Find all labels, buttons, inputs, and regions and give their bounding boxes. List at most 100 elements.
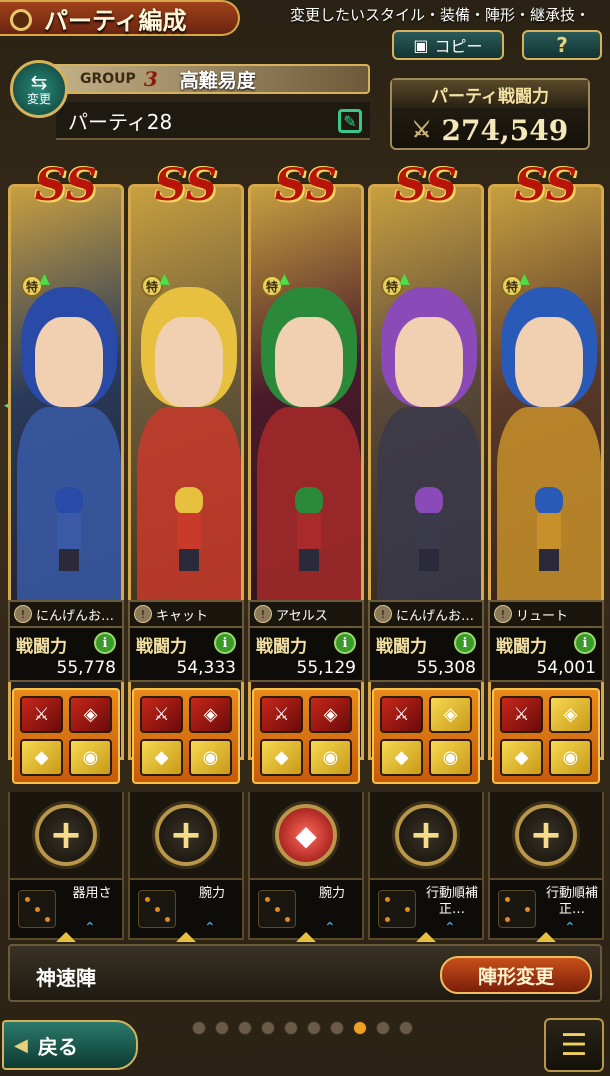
group-label: GROUP	[80, 71, 136, 87]
equipped-skill-button[interactable]: ◆	[275, 804, 337, 866]
edit-icon[interactable]: ✎	[338, 109, 362, 133]
change-formation-button[interactable]: 陣形変更	[440, 956, 592, 994]
character-slot[interactable]: SS 特 ▲ ! キャット 戦闘力 i 54,333 ⚔ ◈ ◆ ◉ + 腕力 …	[128, 160, 244, 942]
menu-button[interactable]: ☰	[544, 1018, 604, 1072]
character-sprite	[529, 487, 569, 571]
skill-stat-text: 行動順補正…	[425, 886, 478, 917]
page-dot[interactable]	[353, 1021, 367, 1035]
info-icon[interactable]: i	[454, 632, 476, 654]
party-power-label: パーティ戦闘力	[392, 80, 588, 108]
inherit-skill-box[interactable]: 腕力 ⌃	[128, 878, 244, 940]
equipment-slot[interactable]: ⚔	[140, 696, 183, 733]
page-dot[interactable]	[307, 1021, 321, 1035]
swap-group-button[interactable]: ⇆ 変更	[10, 60, 68, 118]
equipment-slot[interactable]: ◉	[429, 739, 472, 776]
slot-marker-icon	[176, 932, 196, 942]
up-arrow-icon: ▲	[519, 271, 530, 287]
equipment-slot[interactable]: ◈	[69, 696, 112, 733]
party-name-field[interactable]: パーティ28 ✎	[56, 102, 370, 140]
character-slot[interactable]: SS 特 ▲ ! にんげんお… 戦闘力 i 55,778 ⚔ ◈ ◆ ◉ + 器…	[8, 160, 124, 942]
equipment-slot[interactable]: ⚔	[260, 696, 303, 733]
add-skill-button[interactable]: +	[155, 804, 217, 866]
add-skill-button[interactable]: +	[35, 804, 97, 866]
equipment-slot[interactable]: ⚔	[20, 696, 63, 733]
equipment-grid: ⚔ ◈ ◆ ◉	[492, 688, 600, 784]
equipment-slot[interactable]: ◈	[429, 696, 472, 733]
combat-power-label: 戦闘力	[136, 637, 187, 657]
screen-title-text: パーティ編成	[44, 6, 187, 35]
page-dot[interactable]	[330, 1021, 344, 1035]
combat-power-label: 戦闘力	[256, 637, 307, 657]
add-skill-button[interactable]: +	[395, 804, 457, 866]
character-slot[interactable]: SS 特 ▲ ! リュート 戦闘力 i 54,001 ⚔ ◈ ◆ ◉ + 行動順…	[488, 160, 604, 942]
info-icon[interactable]: i	[94, 632, 116, 654]
page-dot[interactable]	[238, 1021, 252, 1035]
equipment-grid: ⚔ ◈ ◆ ◉	[12, 688, 120, 784]
up-arrow-icon: ▲	[399, 271, 410, 287]
party-power-value: 274,549	[441, 113, 569, 147]
equipment-slot[interactable]: ◉	[309, 739, 352, 776]
character-name-row: ! アセルス	[248, 600, 364, 626]
inherit-skill-box[interactable]: 器用さ ⌃	[8, 878, 124, 940]
page-dot[interactable]	[376, 1021, 390, 1035]
inherit-skill-box[interactable]: 行動順補正… ⌃	[488, 878, 604, 940]
equipment-slot[interactable]: ⚔	[380, 696, 423, 733]
hint-ticker: 変更したいスタイル・装備・陣形・継承技・	[290, 6, 591, 24]
back-arrow-icon: ◀	[14, 1034, 28, 1056]
stat-up-arrow-icon: ⌃	[324, 920, 336, 936]
combat-power-value: 54,001	[536, 658, 596, 678]
rank-badge: SS	[34, 160, 98, 211]
page-dot[interactable]	[192, 1021, 206, 1035]
character-name: にんげんお…	[396, 608, 475, 624]
group-name: 高難易度	[179, 69, 256, 92]
character-slot[interactable]: SS 特 ▲ ! にんげんお… 戦闘力 i 55,308 ⚔ ◈ ◆ ◉ + 行…	[368, 160, 484, 942]
gear-icon	[10, 9, 32, 31]
copy-button[interactable]: ▣ コピー	[392, 30, 504, 60]
party-power-value-row: ⚔ 274,549	[392, 110, 588, 150]
equipment-slot[interactable]: ◆	[500, 739, 543, 776]
skill-stat-text: 行動順補正…	[545, 886, 598, 917]
skill-slot: +	[128, 792, 244, 878]
page-dot[interactable]	[215, 1021, 229, 1035]
page-dot[interactable]	[399, 1021, 413, 1035]
combat-power-label: 戦闘力	[496, 637, 547, 657]
combat-power-box: 戦闘力 i 55,308	[368, 626, 484, 682]
swap-label: 変更	[26, 92, 51, 106]
equipment-slot[interactable]: ◆	[140, 739, 183, 776]
equipment-slot[interactable]: ◉	[189, 739, 232, 776]
add-skill-button[interactable]: +	[515, 804, 577, 866]
skill-stat-text: 器用さ	[72, 886, 112, 901]
equipment-grid: ⚔ ◈ ◆ ◉	[252, 688, 360, 784]
back-button[interactable]: ◀ 戻る	[2, 1020, 138, 1070]
weapon-type-icon: !	[494, 605, 512, 623]
formation-bar: 神速陣 陣形変更	[8, 944, 602, 1002]
rank-badge: SS	[514, 160, 578, 211]
group-panel: ⇆ 変更 GROUP 3 高難易度 パーティ28 ✎	[10, 56, 370, 148]
equipment-slot[interactable]: ◈	[189, 696, 232, 733]
character-slot[interactable]: SS 特 ▲ ! アセルス 戦闘力 i 55,129 ⚔ ◈ ◆ ◉ ◆ 腕力 …	[248, 160, 364, 942]
weapon-type-icon: !	[254, 605, 272, 623]
equipment-slot[interactable]: ◆	[380, 739, 423, 776]
character-face	[275, 317, 343, 407]
inherit-skill-box[interactable]: 行動順補正… ⌃	[368, 878, 484, 940]
inherit-skill-box[interactable]: 腕力 ⌃	[248, 878, 364, 940]
equipment-slot[interactable]: ◆	[260, 739, 303, 776]
equipment-slot[interactable]: ⚔	[500, 696, 543, 733]
group-bar[interactable]: GROUP 3 高難易度	[40, 64, 370, 94]
equipment-slot[interactable]: ◉	[549, 739, 592, 776]
skill-slot: ◆	[248, 792, 364, 878]
page-dot[interactable]	[284, 1021, 298, 1035]
skill-stat-text: 腕力	[318, 886, 345, 901]
equipment-slot[interactable]: ◈	[549, 696, 592, 733]
skill-slot: +	[8, 792, 124, 878]
party-name-text: パーティ28	[68, 109, 173, 134]
slot-marker-icon	[416, 932, 436, 942]
help-button[interactable]: ?	[522, 30, 602, 60]
equipment-slot[interactable]: ◉	[69, 739, 112, 776]
info-icon[interactable]: i	[214, 632, 236, 654]
equipment-slot[interactable]: ◆	[20, 739, 63, 776]
page-dot[interactable]	[261, 1021, 275, 1035]
equipment-slot[interactable]: ◈	[309, 696, 352, 733]
info-icon[interactable]: i	[574, 632, 596, 654]
info-icon[interactable]: i	[334, 632, 356, 654]
